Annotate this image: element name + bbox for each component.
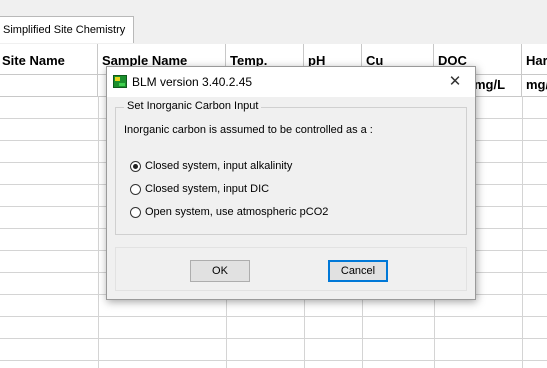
grid-row-line [0,360,547,361]
grid-column-line [98,96,99,368]
blm-dialog: BLM version 3.40.2.45 ✕ Set Inorganic Ca… [106,66,476,300]
grid-row-line [0,316,547,317]
radio-label: Closed system, input alkalinity [145,160,293,172]
group-title: Set Inorganic Carbon Input [124,100,262,112]
radio-button[interactable] [130,184,141,195]
group-description: Inorganic carbon is assumed to be contro… [124,124,373,136]
column-header-hardness[interactable]: Hardness [522,44,547,74]
inorganic-carbon-groupbox: Set Inorganic Carbon Input Inorganic car… [115,100,467,235]
grid-column-line [522,96,523,368]
close-icon[interactable]: ✕ [441,70,469,94]
cancel-button[interactable]: Cancel [328,260,388,282]
tab-simplified-site-chemistry[interactable]: Simplified Site Chemistry [0,16,135,43]
ok-button[interactable]: OK [190,260,250,282]
blm-app-icon [113,75,127,88]
radio-button-checked[interactable] [130,161,141,172]
dialog-title: BLM version 3.40.2.45 [132,75,253,89]
radio-button[interactable] [130,207,141,218]
tab-strip: Simplified Site Chemistry [0,0,547,44]
unit-cell-site-name [0,74,98,96]
radio-label: Open system, use atmospheric pCO2 [145,206,329,218]
unit-cell-hardness: mg/L [522,74,547,96]
grid-row-line [0,338,547,339]
dialog-button-area: OK Cancel [115,247,467,291]
dialog-titlebar[interactable]: BLM version 3.40.2.45 ✕ [107,67,475,97]
column-header-site-name[interactable]: Site Name [0,44,98,74]
radio-label: Closed system, input DIC [145,183,270,195]
